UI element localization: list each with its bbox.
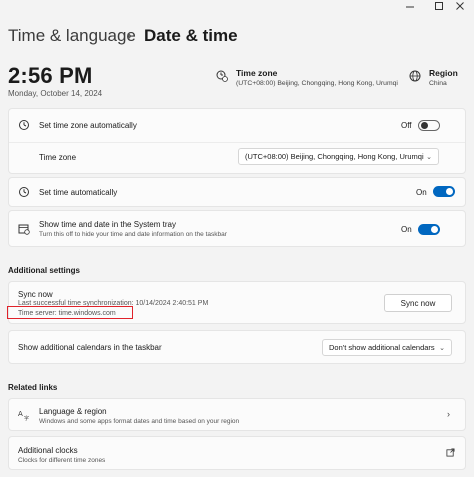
calendars-card: Show additional calendars in the taskbar… [8, 330, 466, 364]
current-date: Monday, October 14, 2024 [8, 89, 103, 98]
language-region-title: Language & region [39, 407, 107, 416]
current-time: 2:56 PM [8, 63, 93, 88]
chevron-right-icon: › [447, 409, 450, 419]
clock-icon [19, 187, 29, 197]
timezone-info-title: Time zone [236, 68, 278, 78]
chevron-down-icon: ⌄ [439, 344, 445, 352]
language-region-sub: Windows and some apps format dates and t… [39, 418, 240, 425]
region-info-value: China [429, 80, 447, 87]
additional-clocks-title: Additional clocks [18, 446, 78, 455]
system-tray-toggle[interactable] [418, 224, 440, 235]
additional-clocks-sub: Clocks for different time zones [18, 457, 106, 464]
system-tray-state: On [401, 225, 412, 234]
timezone-card: Set time zone automatically Off Time zon… [8, 108, 466, 174]
clock-sync-icon [19, 120, 29, 130]
auto-timezone-toggle[interactable] [418, 120, 440, 131]
system-tray-sub: Turn this off to hide your time and date… [39, 231, 227, 238]
region-info-title: Region [429, 68, 458, 78]
breadcrumb-parent[interactable]: Time & language [8, 26, 136, 46]
language-region-link[interactable]: A 字 Language & region Windows and some a… [8, 398, 466, 431]
calendars-dropdown[interactable]: Don't show additional calendars ⌄ [322, 339, 452, 356]
system-tray-label: Show time and date in the System tray [39, 220, 176, 229]
related-links-heading: Related links [8, 383, 58, 392]
auto-timezone-label: Set time zone automatically [39, 121, 137, 130]
timezone-info-value: (UTC+08:00) Beijing, Chongqing, Hong Kon… [236, 80, 398, 87]
time-zone-dropdown[interactable]: (UTC+08:00) Beijing, Chongqing, Hong Kon… [238, 148, 439, 165]
calendar-clock-icon [18, 224, 30, 235]
breadcrumb-separator: › [127, 27, 132, 44]
system-tray-card: Show time and date in the System tray Tu… [8, 210, 466, 247]
auto-time-card: Set time automatically On [8, 177, 466, 207]
clock-globe-icon [216, 70, 228, 82]
page-title: Date & time [144, 26, 238, 45]
close-button[interactable] [446, 0, 474, 12]
auto-time-state: On [416, 188, 427, 197]
maximize-icon [435, 2, 443, 10]
sync-title: Sync now [18, 290, 53, 299]
auto-time-toggle[interactable] [433, 186, 455, 197]
minimize-button[interactable] [396, 0, 424, 12]
time-zone-label: Time zone [39, 153, 77, 162]
auto-timezone-state: Off [401, 121, 412, 130]
minimize-icon [406, 6, 414, 8]
additional-clocks-link[interactable]: Additional clocks Clocks for different t… [8, 436, 466, 470]
chevron-down-icon: ⌄ [426, 153, 432, 161]
globe-icon [409, 70, 421, 82]
language-icon: A 字 [18, 410, 29, 421]
time-zone-dropdown-value: (UTC+08:00) Beijing, Chongqing, Hong Kon… [245, 152, 424, 161]
calendars-label: Show additional calendars in the taskbar [18, 343, 162, 352]
calendars-dropdown-value: Don't show additional calendars [329, 343, 435, 352]
highlight-box [7, 306, 133, 319]
sync-now-button[interactable]: Sync now [384, 294, 452, 312]
external-link-icon [446, 448, 455, 457]
row-divider [9, 142, 465, 143]
auto-time-label: Set time automatically [39, 188, 118, 197]
additional-settings-heading: Additional settings [8, 266, 80, 275]
svg-text:A: A [18, 410, 23, 418]
close-icon [456, 2, 464, 10]
svg-text:字: 字 [24, 415, 29, 421]
